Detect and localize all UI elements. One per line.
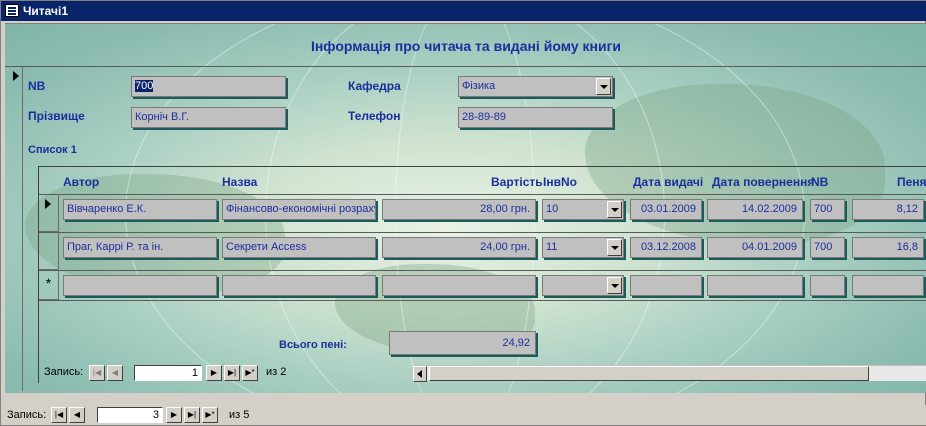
issue-date-cell[interactable]: 03.12.2008 <box>630 237 702 258</box>
author-cell[interactable]: Праг, Каррі Р. та ін. <box>63 237 217 258</box>
new-record-button[interactable]: ▶* <box>202 407 218 423</box>
new-title-cell[interactable] <box>222 275 376 296</box>
next-record-button[interactable]: ▶ <box>166 407 182 423</box>
nb-cell[interactable]: 700 <box>810 199 845 220</box>
issue-date-cell[interactable]: 03.01.2009 <box>630 199 702 220</box>
phone-label: Телефон <box>348 109 401 123</box>
author-cell[interactable]: Вівчаренко Е.К. <box>63 199 217 220</box>
inv-select[interactable]: 10 <box>542 199 624 220</box>
department-label: Кафедра <box>348 79 401 93</box>
current-record-input[interactable]: 1 <box>134 365 202 381</box>
previous-record-button[interactable]: ◀ <box>107 365 123 381</box>
record-label: Запись: <box>44 366 84 378</box>
title-cell[interactable]: Секрети Access <box>222 237 376 258</box>
horizontal-scrollbar[interactable] <box>413 365 926 382</box>
new-author-cell[interactable] <box>63 275 217 296</box>
column-fine: Пеня <box>897 175 926 189</box>
previous-record-button[interactable]: ◀ <box>69 407 85 423</box>
surname-field[interactable]: Корніч В.Г. <box>131 107 286 128</box>
column-nb: NB <box>811 175 829 189</box>
scroll-left-button[interactable] <box>413 366 427 382</box>
record-selector[interactable] <box>9 66 23 391</box>
record-count: из 2 <box>266 366 287 378</box>
new-record-icon: * <box>45 275 52 291</box>
title-bar: Читачі1 <box>1 1 926 21</box>
fine-cell[interactable]: 16,8 <box>852 237 924 258</box>
new-fine-cell[interactable] <box>852 275 924 296</box>
new-issue-date-cell[interactable] <box>630 275 702 296</box>
chevron-down-icon[interactable] <box>596 78 611 95</box>
column-author: Автор <box>63 175 100 189</box>
new-row-selector[interactable]: * <box>39 270 59 300</box>
form-icon[interactable] <box>5 4 19 17</box>
cost-cell[interactable]: 28,00 грн. <box>382 199 536 220</box>
first-record-button[interactable]: |◀ <box>89 365 105 381</box>
nb-label: NB <box>28 79 46 93</box>
last-record-button[interactable]: ▶| <box>224 365 240 381</box>
cost-cell[interactable]: 24,00 грн. <box>382 237 536 258</box>
form-title: Інформація про читача та видані йому кни… <box>310 38 622 54</box>
row-selector[interactable] <box>39 194 59 232</box>
column-title: Назва <box>222 175 258 189</box>
subform-record-navigator: Запись: |◀ ◀ 1 ▶ ▶| ▶* из 2 <box>44 365 414 381</box>
column-return-date: Дата повернення <box>712 175 815 189</box>
fine-cell[interactable]: 8,12 <box>852 199 924 220</box>
scroll-thumb[interactable] <box>429 366 869 381</box>
total-fine-field[interactable]: 24,92 <box>389 331 536 355</box>
chevron-down-icon[interactable] <box>607 239 622 256</box>
return-date-cell[interactable]: 04.01.2009 <box>707 237 803 258</box>
phone-field[interactable]: 28-89-89 <box>458 107 613 128</box>
new-inv-select[interactable] <box>542 275 624 296</box>
last-record-button[interactable]: ▶| <box>184 407 200 423</box>
loans-subform: Автор Назва Вартість ІнвNo Дата видачі Д… <box>38 166 926 383</box>
first-record-button[interactable]: |◀ <box>51 407 67 423</box>
column-inv: ІнвNo <box>543 175 577 189</box>
main-record-navigator: Запись: |◀ ◀ 3 ▶ ▶| ▶* из 5 <box>1 405 926 425</box>
nb-cell[interactable]: 700 <box>810 237 845 258</box>
new-cost-cell[interactable] <box>382 275 536 296</box>
chevron-down-icon[interactable] <box>607 201 622 218</box>
window-title: Читачі1 <box>23 4 69 18</box>
access-form-window: Читачі1 Інформація про читача та видані … <box>0 0 926 426</box>
total-fine-label: Всього пені: <box>279 339 347 351</box>
current-record-arrow-icon <box>13 71 19 81</box>
surname-label: Прізвище <box>28 109 85 123</box>
new-nb-cell[interactable] <box>810 275 845 296</box>
record-count: из 5 <box>229 409 250 421</box>
next-record-button[interactable]: ▶ <box>206 365 222 381</box>
new-record-button[interactable]: ▶* <box>242 365 258 381</box>
row-selector[interactable] <box>39 232 59 270</box>
form-body: Інформація про читача та видані йому кни… <box>5 23 926 393</box>
nb-field[interactable]: 700 <box>131 76 286 97</box>
new-return-date-cell[interactable] <box>707 275 803 296</box>
department-select[interactable]: Фізика <box>458 76 613 97</box>
title-cell[interactable]: Фінансово-економічні розрахунк <box>222 199 376 220</box>
record-label: Запись: <box>7 409 47 421</box>
column-cost: Вартість <box>491 175 543 189</box>
current-row-arrow-icon <box>45 199 51 209</box>
chevron-down-icon[interactable] <box>607 277 622 294</box>
current-record-input[interactable]: 3 <box>97 407 163 423</box>
return-date-cell[interactable]: 14.02.2009 <box>707 199 803 220</box>
column-issue-date: Дата видачі <box>633 175 704 189</box>
inv-select[interactable]: 11 <box>542 237 624 258</box>
subform-label: Список 1 <box>28 144 77 156</box>
